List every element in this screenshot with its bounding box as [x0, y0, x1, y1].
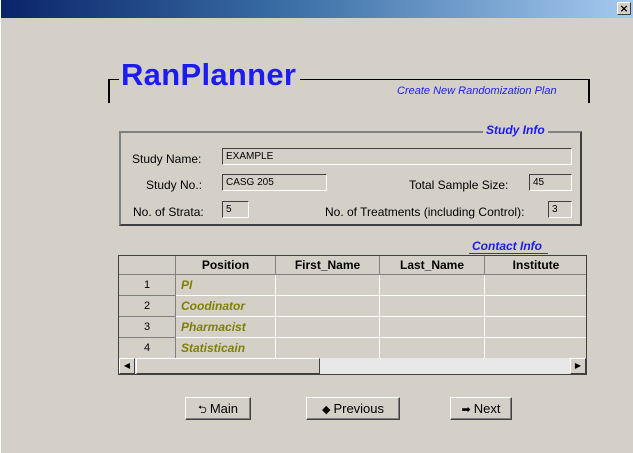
first-name-cell[interactable] [276, 338, 380, 359]
right-arrow-icon: ➡ [461, 404, 471, 416]
last-name-cell[interactable] [380, 296, 485, 317]
position-cell[interactable]: Coodinator [176, 296, 276, 317]
previous-button[interactable]: ◆ Previous [306, 397, 400, 420]
scroll-right-icon[interactable]: ▶ [570, 358, 586, 374]
first-name-cell[interactable] [276, 275, 380, 296]
institute-cell[interactable] [485, 338, 586, 359]
first-name-cell[interactable] [276, 317, 380, 338]
first-name-cell[interactable] [276, 296, 380, 317]
study-name-field[interactable]: EXAMPLE [222, 148, 572, 165]
column-header-institute[interactable]: Institute [485, 256, 586, 275]
scroll-left-icon[interactable]: ◀ [119, 358, 135, 374]
position-cell[interactable]: PI [176, 275, 276, 296]
contact-info-legend: Contact Info [469, 239, 548, 254]
grid-corner [119, 256, 176, 275]
position-cell[interactable]: Statisticain [176, 338, 276, 359]
treatments-field[interactable]: 3 [548, 201, 572, 218]
row-number[interactable]: 1 [119, 275, 176, 296]
study-no-field[interactable]: CASG 205 [222, 174, 327, 191]
study-name-label: Study Name: [132, 152, 202, 166]
row-number[interactable]: 3 [119, 317, 176, 338]
institute-cell[interactable] [485, 275, 586, 296]
scroll-thumb[interactable] [136, 358, 320, 374]
title-bar[interactable]: × [1, 0, 633, 18]
app-title: RanPlanner [119, 57, 301, 93]
next-button[interactable]: ➡ Next [450, 397, 512, 420]
column-header-last-name[interactable]: Last_Name [380, 256, 485, 275]
next-button-label: Next [473, 401, 501, 416]
position-cell[interactable]: Pharmacist [176, 317, 276, 338]
row-number[interactable]: 2 [119, 296, 176, 317]
page-subtitle: Create New Randomization Plan [397, 85, 557, 97]
row-number[interactable]: 4 [119, 338, 176, 359]
main-button-label: Main [209, 401, 238, 416]
previous-button-label: Previous [333, 401, 385, 416]
treatments-label: No. of Treatments (including Control): [325, 205, 525, 219]
contact-grid[interactable]: Position First_Name Last_Name Institute … [118, 255, 587, 375]
column-header-first-name[interactable]: First_Name [276, 256, 380, 275]
main-button[interactable]: ⮌ Main [185, 397, 251, 420]
institute-cell[interactable] [485, 296, 586, 317]
return-arrow-icon: ⮌ [198, 404, 207, 416]
study-no-label: Study No.: [146, 178, 203, 192]
column-header-position[interactable]: Position [176, 256, 276, 275]
close-icon[interactable]: × [617, 2, 631, 15]
app-window: × RanPlanner Create New Randomization Pl… [0, 0, 633, 453]
institute-cell[interactable] [485, 317, 586, 338]
left-arrow-icon: ◆ [321, 404, 331, 416]
strata-field[interactable]: 5 [222, 201, 249, 218]
strata-label: No. of Strata: [133, 205, 204, 219]
horizontal-scrollbar[interactable]: ◀ ▶ [119, 358, 586, 374]
total-sample-field[interactable]: 45 [529, 174, 572, 191]
study-info-legend: Study Info [483, 123, 548, 137]
last-name-cell[interactable] [380, 275, 485, 296]
total-sample-label: Total Sample Size: [409, 178, 509, 192]
last-name-cell[interactable] [380, 317, 485, 338]
last-name-cell[interactable] [380, 338, 485, 359]
